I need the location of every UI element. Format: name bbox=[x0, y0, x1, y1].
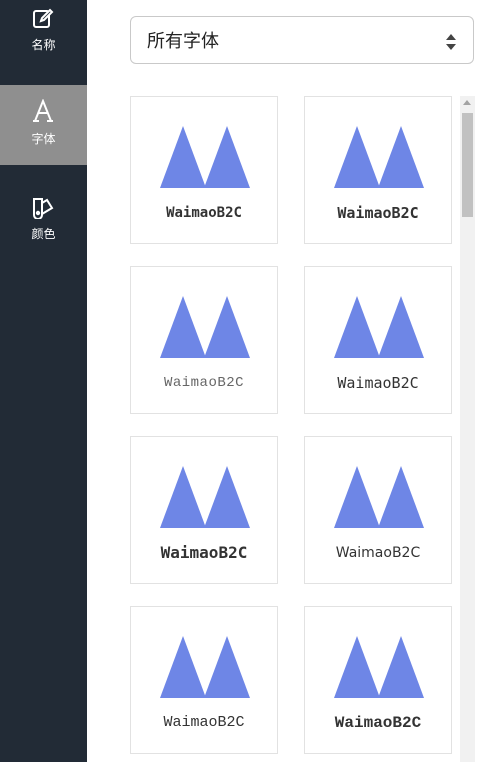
font-filter-value: 所有字体 bbox=[147, 31, 219, 51]
nav-item-font[interactable]: 字体 bbox=[0, 85, 87, 165]
font-card[interactable]: WaimaoB2C bbox=[130, 606, 278, 754]
nav-item-color[interactable]: 颜色 bbox=[0, 180, 87, 260]
scrollbar-thumb[interactable] bbox=[462, 113, 473, 217]
font-card[interactable]: WaimaoB2C bbox=[130, 96, 278, 244]
font-card[interactable]: WaimaoB2C bbox=[304, 436, 452, 584]
nav-item-name[interactable]: 名称 bbox=[0, 0, 87, 85]
font-sample-text: WaimaoB2C bbox=[337, 374, 419, 392]
font-grid: WaimaoB2C WaimaoB2C WaimaoB2C WaimaoB2C … bbox=[130, 96, 456, 762]
logo-icon bbox=[160, 466, 250, 528]
font-sample-text: WaimaoB2C bbox=[334, 714, 422, 732]
nav-item-label: 名称 bbox=[31, 38, 56, 52]
font-sample-text: WaimaoB2C bbox=[163, 714, 245, 731]
font-card[interactable]: WaimaoB2C bbox=[304, 266, 452, 414]
font-card[interactable]: WaimaoB2C bbox=[130, 266, 278, 414]
scroll-up-arrow-icon[interactable] bbox=[463, 100, 471, 105]
font-card[interactable]: WaimaoB2C bbox=[304, 606, 452, 754]
palette-icon bbox=[33, 198, 54, 219]
logo-icon bbox=[160, 126, 250, 188]
logo-icon bbox=[334, 636, 424, 698]
logo-icon bbox=[160, 296, 250, 358]
font-sample-text: WaimaoB2C bbox=[337, 204, 419, 222]
nav-item-label: 字体 bbox=[31, 132, 56, 146]
font-card[interactable]: WaimaoB2C bbox=[304, 96, 452, 244]
logo-icon bbox=[160, 636, 250, 698]
font-icon bbox=[33, 99, 53, 122]
nav-item-label: 颜色 bbox=[31, 227, 56, 241]
font-sample-text: WaimaoB2C bbox=[160, 543, 248, 562]
font-sample-text: WaimaoB2C bbox=[163, 375, 245, 391]
logo-icon bbox=[334, 126, 424, 188]
logo-icon bbox=[334, 296, 424, 358]
sidebar: 名称 字体 颜色 bbox=[0, 0, 87, 762]
scrollbar[interactable] bbox=[460, 96, 475, 762]
select-arrows-icon bbox=[446, 34, 456, 50]
font-sample-text: WaimaoB2C bbox=[166, 205, 242, 221]
logo-icon bbox=[334, 466, 424, 528]
font-card[interactable]: WaimaoB2C bbox=[130, 436, 278, 584]
font-filter-select[interactable]: 所有字体 bbox=[130, 16, 474, 64]
font-sample-text: WaimaoB2C bbox=[335, 545, 421, 561]
edit-icon bbox=[33, 8, 54, 28]
